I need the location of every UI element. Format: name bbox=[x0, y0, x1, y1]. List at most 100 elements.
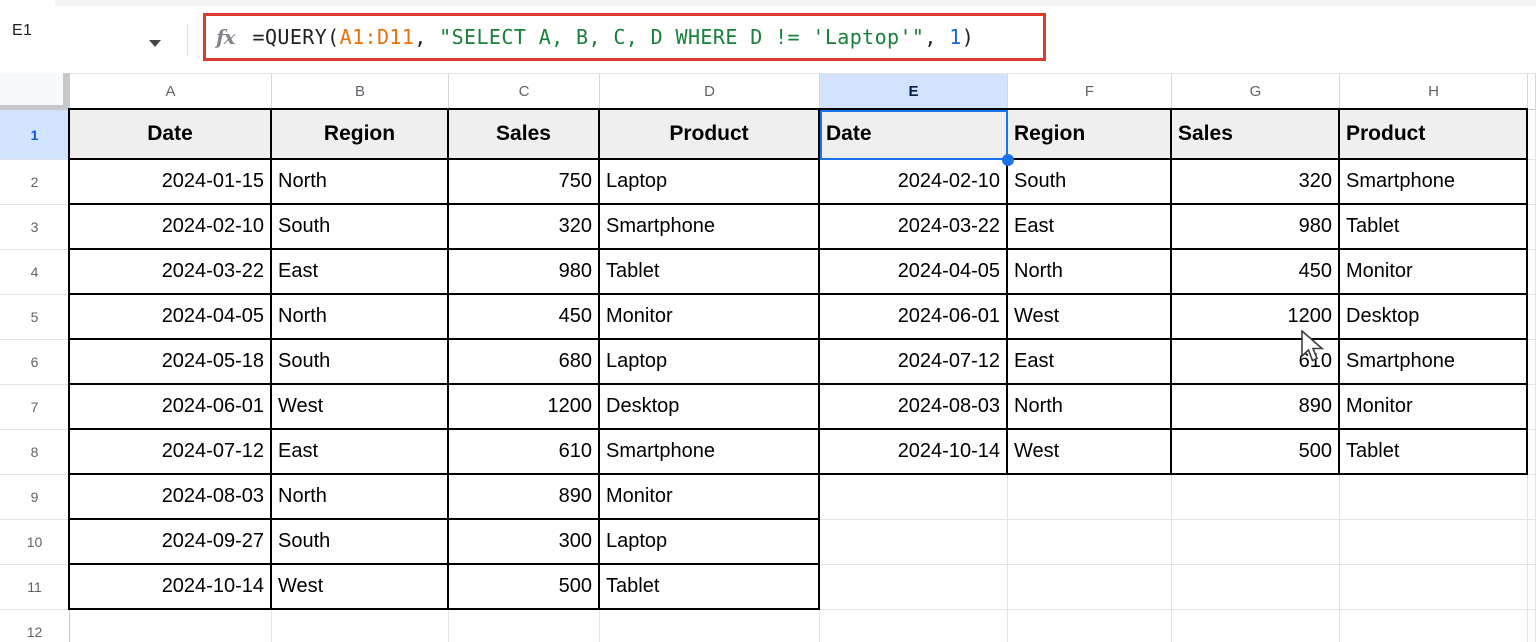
cell-I10[interactable] bbox=[1528, 520, 1536, 565]
cell-C3[interactable]: 320 bbox=[449, 205, 600, 250]
cell-F6[interactable]: East bbox=[1008, 340, 1172, 385]
column-header-E[interactable]: E bbox=[820, 73, 1008, 110]
cell-A2[interactable]: 2024-01-15 bbox=[70, 160, 272, 205]
cell-D4[interactable]: Tablet bbox=[600, 250, 820, 295]
cell-B5[interactable]: North bbox=[272, 295, 449, 340]
cell-D3[interactable]: Smartphone bbox=[600, 205, 820, 250]
cell-G11[interactable] bbox=[1172, 565, 1340, 610]
cell-I12[interactable] bbox=[1528, 610, 1536, 642]
cell-G9[interactable] bbox=[1172, 475, 1340, 520]
cell-G8[interactable]: 500 bbox=[1172, 430, 1340, 475]
column-header-sliver[interactable] bbox=[1528, 73, 1536, 110]
cell-F3[interactable]: East bbox=[1008, 205, 1172, 250]
cell-I5[interactable] bbox=[1528, 295, 1536, 340]
cell-H7[interactable]: Monitor bbox=[1340, 385, 1528, 430]
cell-F5[interactable]: West bbox=[1008, 295, 1172, 340]
cell-F2[interactable]: South bbox=[1008, 160, 1172, 205]
cell-C8[interactable]: 610 bbox=[449, 430, 600, 475]
cell-B7[interactable]: West bbox=[272, 385, 449, 430]
cell-D2[interactable]: Laptop bbox=[600, 160, 820, 205]
cell-B11[interactable]: West bbox=[272, 565, 449, 610]
cell-C6[interactable]: 680 bbox=[449, 340, 600, 385]
column-header-H[interactable]: H bbox=[1340, 73, 1528, 110]
cell-I8[interactable] bbox=[1528, 430, 1536, 475]
cell-G12[interactable] bbox=[1172, 610, 1340, 642]
cell-I6[interactable] bbox=[1528, 340, 1536, 385]
row-header-7[interactable]: 7 bbox=[0, 385, 70, 430]
cell-B10[interactable]: South bbox=[272, 520, 449, 565]
cell-H12[interactable] bbox=[1340, 610, 1528, 642]
header-cell-G1[interactable]: Sales bbox=[1172, 110, 1340, 160]
header-cell-A1[interactable]: Date bbox=[70, 110, 272, 160]
cell-B6[interactable]: South bbox=[272, 340, 449, 385]
cell-D6[interactable]: Laptop bbox=[600, 340, 820, 385]
column-header-C[interactable]: C bbox=[449, 73, 600, 110]
row-header-8[interactable]: 8 bbox=[0, 430, 70, 475]
cell-F11[interactable] bbox=[1008, 565, 1172, 610]
cell-D12[interactable] bbox=[600, 610, 820, 642]
chevron-down-icon[interactable] bbox=[149, 40, 161, 47]
cell-E2[interactable]: 2024-02-10 bbox=[820, 160, 1008, 205]
cell-C2[interactable]: 750 bbox=[449, 160, 600, 205]
cell-E7[interactable]: 2024-08-03 bbox=[820, 385, 1008, 430]
cell-B4[interactable]: East bbox=[272, 250, 449, 295]
cell-G2[interactable]: 320 bbox=[1172, 160, 1340, 205]
column-header-B[interactable]: B bbox=[272, 73, 449, 110]
cell-E8[interactable]: 2024-10-14 bbox=[820, 430, 1008, 475]
fill-handle[interactable] bbox=[1002, 154, 1014, 166]
row-header-6[interactable]: 6 bbox=[0, 340, 70, 385]
cell-H2[interactable]: Smartphone bbox=[1340, 160, 1528, 205]
cell-B12[interactable] bbox=[272, 610, 449, 642]
cell-G10[interactable] bbox=[1172, 520, 1340, 565]
cell-G3[interactable]: 980 bbox=[1172, 205, 1340, 250]
cell-F10[interactable] bbox=[1008, 520, 1172, 565]
cell-I4[interactable] bbox=[1528, 250, 1536, 295]
cell-F8[interactable]: West bbox=[1008, 430, 1172, 475]
header-cell-B1[interactable]: Region bbox=[272, 110, 449, 160]
header-cell-H1[interactable]: Product bbox=[1340, 110, 1528, 160]
row-header-10[interactable]: 10 bbox=[0, 520, 70, 565]
cell-C4[interactable]: 980 bbox=[449, 250, 600, 295]
column-header-G[interactable]: G bbox=[1172, 73, 1340, 110]
cell-E5[interactable]: 2024-06-01 bbox=[820, 295, 1008, 340]
row-header-2[interactable]: 2 bbox=[0, 160, 70, 205]
cell-H3[interactable]: Tablet bbox=[1340, 205, 1528, 250]
cell-H8[interactable]: Tablet bbox=[1340, 430, 1528, 475]
cell-I11[interactable] bbox=[1528, 565, 1536, 610]
cell-H11[interactable] bbox=[1340, 565, 1528, 610]
cell-I1[interactable] bbox=[1528, 110, 1536, 160]
row-header-1[interactable]: 1 bbox=[0, 110, 70, 160]
cell-A9[interactable]: 2024-08-03 bbox=[70, 475, 272, 520]
name-box[interactable]: E1 bbox=[12, 22, 32, 40]
row-header-12[interactable]: 12 bbox=[0, 610, 70, 642]
cell-I9[interactable] bbox=[1528, 475, 1536, 520]
header-cell-F1[interactable]: Region bbox=[1008, 110, 1172, 160]
header-cell-D1[interactable]: Product bbox=[600, 110, 820, 160]
cell-A11[interactable]: 2024-10-14 bbox=[70, 565, 272, 610]
cell-D9[interactable]: Monitor bbox=[600, 475, 820, 520]
cell-A3[interactable]: 2024-02-10 bbox=[70, 205, 272, 250]
cell-H6[interactable]: Smartphone bbox=[1340, 340, 1528, 385]
header-cell-C1[interactable]: Sales bbox=[449, 110, 600, 160]
cell-B3[interactable]: South bbox=[272, 205, 449, 250]
cell-C12[interactable] bbox=[449, 610, 600, 642]
cell-A7[interactable]: 2024-06-01 bbox=[70, 385, 272, 430]
cell-D5[interactable]: Monitor bbox=[600, 295, 820, 340]
column-header-F[interactable]: F bbox=[1008, 73, 1172, 110]
cell-C9[interactable]: 890 bbox=[449, 475, 600, 520]
row-header-9[interactable]: 9 bbox=[0, 475, 70, 520]
header-cell-E1[interactable]: Date bbox=[820, 110, 1008, 160]
cell-E12[interactable] bbox=[820, 610, 1008, 642]
cell-E4[interactable]: 2024-04-05 bbox=[820, 250, 1008, 295]
cell-A6[interactable]: 2024-05-18 bbox=[70, 340, 272, 385]
cell-F7[interactable]: North bbox=[1008, 385, 1172, 430]
cell-C5[interactable]: 450 bbox=[449, 295, 600, 340]
cell-H9[interactable] bbox=[1340, 475, 1528, 520]
cell-I2[interactable] bbox=[1528, 160, 1536, 205]
row-header-3[interactable]: 3 bbox=[0, 205, 70, 250]
cell-D10[interactable]: Laptop bbox=[600, 520, 820, 565]
cell-F4[interactable]: North bbox=[1008, 250, 1172, 295]
cell-E9[interactable] bbox=[820, 475, 1008, 520]
cell-G4[interactable]: 450 bbox=[1172, 250, 1340, 295]
cell-H5[interactable]: Desktop bbox=[1340, 295, 1528, 340]
